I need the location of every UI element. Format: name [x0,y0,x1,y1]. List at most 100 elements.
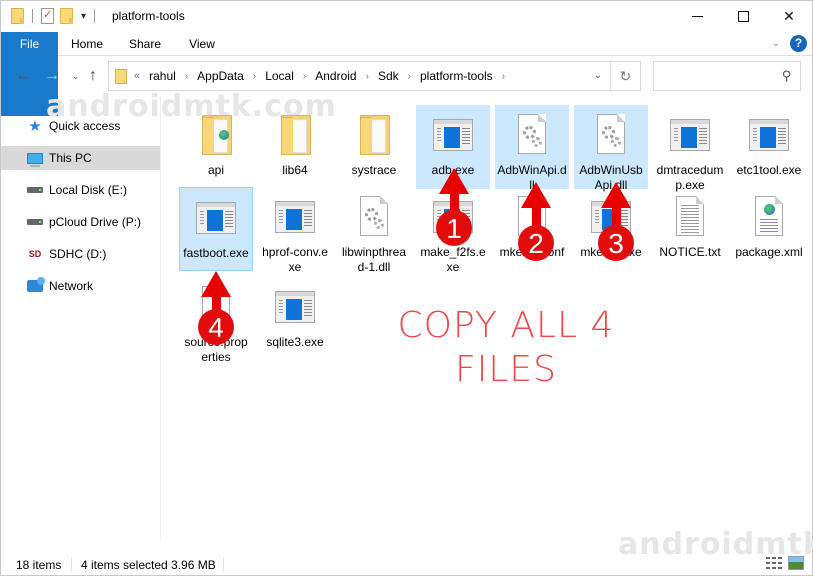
xml-file-icon [745,193,793,241]
ribbon-tabs: File Home Share View ⌄ ? [1,32,812,116]
breadcrumb-item[interactable]: AppData [197,69,244,83]
window-controls: ✕ [674,1,812,32]
file-name: libwinpthread-1.dll [341,245,407,274]
chevron-right-icon[interactable]: › [303,71,306,82]
file-item[interactable]: dmtracedump.exe [653,105,727,192]
copy-instruction-note: COPY ALL 4 FILES [371,304,641,392]
file-item[interactable]: sqlite3.exe [258,277,332,361]
title-bar: ▾ platform-tools ✕ [1,1,812,32]
application-icon [666,111,714,159]
computer-icon [26,151,44,167]
maximize-button[interactable] [720,1,766,32]
tab-view[interactable]: View [174,32,230,56]
drive-icon [26,183,44,197]
sidebar-item-local-disk[interactable]: Local Disk (E:) [1,178,160,202]
file-item[interactable]: AdbWinUsbApi.dll [574,105,648,192]
file-item[interactable]: lib64 [258,105,332,189]
quick-access-toolbar: ▾ [11,8,97,24]
file-name: sqlite3.exe [266,335,324,349]
sidebar-item-network[interactable]: Network [1,274,160,298]
star-icon: ★ [28,118,42,135]
address-history-dropdown[interactable]: ⌄ [594,70,602,81]
recent-locations-button[interactable]: ⌄ [72,71,80,82]
sidebar-item-label: SDHC (D:) [49,247,107,261]
qat-separator [94,9,96,23]
arrow-up-icon [521,182,551,208]
chevron-right-icon[interactable]: › [502,71,505,82]
sidebar-item-pcloud-drive[interactable]: pCloud Drive (P:) [1,210,160,234]
file-item[interactable]: AdbWinApi.dll [495,105,569,192]
close-button[interactable]: ✕ [766,1,812,32]
breadcrumb-item[interactable]: Android [315,69,356,83]
expand-ribbon-icon[interactable]: ⌄ [772,38,780,49]
sd-card-icon: SD [28,249,42,259]
folder-icon [11,8,24,24]
details-view-button[interactable] [766,557,782,571]
chevron-right-icon[interactable]: › [366,71,369,82]
file-name: lib64 [282,163,308,177]
tab-home[interactable]: Home [58,32,116,56]
file-name: package.xml [735,245,803,259]
minimize-button[interactable] [674,1,720,32]
arrow-up-icon [439,168,469,194]
refresh-button[interactable]: ↻ [610,62,640,90]
breadcrumb-item[interactable]: Local [265,69,294,83]
application-icon [271,283,319,331]
chevron-right-icon[interactable]: › [185,71,188,82]
arrow-up-icon [201,271,231,297]
selection-info: 4 items selected 3.96 MB [81,558,216,572]
breadcrumb-item[interactable]: platform-tools [420,69,493,83]
explorer-window: ▾ platform-tools ✕ File Home Share View … [0,0,813,576]
navigation-pane: ★ Quick access This PC Local Disk (E:) p… [1,95,161,540]
folder-icon [271,111,319,159]
note-line: COPY ALL 4 [397,305,615,346]
text-file-icon [666,193,714,241]
dll-file-icon [508,111,556,159]
item-count: 18 items [16,558,62,572]
sidebar-item-sdhc[interactable]: SD SDHC (D:) [1,242,160,266]
help-button[interactable]: ? [790,35,807,52]
forward-button[interactable]: → [44,67,60,85]
tab-share[interactable]: Share [116,32,174,56]
large-icons-view-button[interactable] [788,556,804,570]
file-item[interactable]: api [179,105,253,189]
file-item[interactable]: NOTICE.txt [653,187,727,271]
dll-file-icon [587,111,635,159]
properties-icon[interactable] [41,8,54,24]
sidebar-item-label: Local Disk (E:) [49,183,128,197]
chevron-right-icon[interactable]: › [408,71,411,82]
chevron-right-icon[interactable]: › [253,71,256,82]
breadcrumb-overflow[interactable]: « [134,70,140,82]
status-separator [223,558,224,572]
file-name: hprof-conv.exe [262,245,328,274]
breadcrumb-item[interactable]: Sdk [378,69,399,83]
dll-file-icon [350,193,398,241]
step-number-badge: 4 [198,309,234,345]
file-name: etc1tool.exe [736,163,802,177]
folder-icon [350,111,398,159]
file-item[interactable]: package.xml [732,187,806,271]
file-name: api [207,163,224,177]
file-item[interactable]: fastboot.exe [179,187,253,271]
minimize-icon [691,16,703,17]
step-number-badge: 1 [436,210,472,246]
search-input[interactable]: ⚲ [653,61,801,91]
back-button[interactable]: ← [15,67,31,85]
customize-qat-icon[interactable]: ▾ [81,11,86,22]
file-item[interactable]: hprof-conv.exe [258,187,332,274]
step-number-badge: 3 [598,225,634,261]
new-folder-icon[interactable] [60,8,73,24]
status-bar: 18 items 4 items selected 3.96 MB [1,554,812,576]
sidebar-item-this-pc[interactable]: This PC [1,146,160,170]
file-item[interactable]: etc1tool.exe [732,105,806,189]
sidebar-item-label: pCloud Drive (P:) [49,215,142,229]
folder-icon [192,111,240,159]
file-item[interactable]: libwinpthread-1.dll [337,187,411,274]
file-item[interactable]: systrace [337,105,411,189]
up-button[interactable]: ↑ [89,67,97,85]
address-bar[interactable]: « rahul › AppData › Local › Android › Sd… [108,61,641,91]
status-separator [71,558,72,572]
close-icon: ✕ [783,8,795,24]
window-title: platform-tools [112,9,185,23]
breadcrumb-item[interactable]: rahul [149,69,176,83]
